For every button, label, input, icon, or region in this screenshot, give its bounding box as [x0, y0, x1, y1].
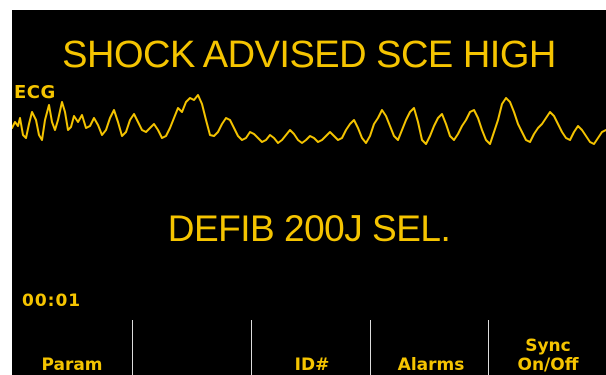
- softkey-alarms[interactable]: Alarms: [371, 320, 491, 375]
- ecg-trace: [12, 94, 606, 145]
- softkey-param[interactable]: Param: [12, 320, 132, 375]
- softkey-label: Alarms: [397, 355, 465, 375]
- softkey-divider: [132, 320, 133, 375]
- softkey-divider: [370, 320, 371, 375]
- elapsed-time: 00:01: [22, 291, 82, 311]
- shock-advisory-message: SHOCK ADVISED SCE HIGH: [62, 34, 556, 76]
- softkey-blank[interactable]: [133, 320, 253, 375]
- energy-selected-message: DEFIB 200J SEL.: [167, 208, 451, 249]
- softkey-divider: [251, 320, 252, 375]
- monitor-screen: SHOCK ADVISED SCE HIGH ECG DEFIB 200J SE…: [12, 10, 606, 375]
- softkey-bar: Param ID# Alarms Sync On/Off: [12, 320, 606, 375]
- softkey-divider: [488, 320, 489, 375]
- softkey-label: Sync On/Off: [517, 336, 579, 375]
- softkey-sync-on-off[interactable]: Sync On/Off: [488, 320, 606, 375]
- softkey-label: ID#: [294, 355, 330, 375]
- softkey-label: Param: [41, 355, 103, 375]
- softkey-id[interactable]: ID#: [252, 320, 372, 375]
- ecg-waveform: [12, 94, 606, 145]
